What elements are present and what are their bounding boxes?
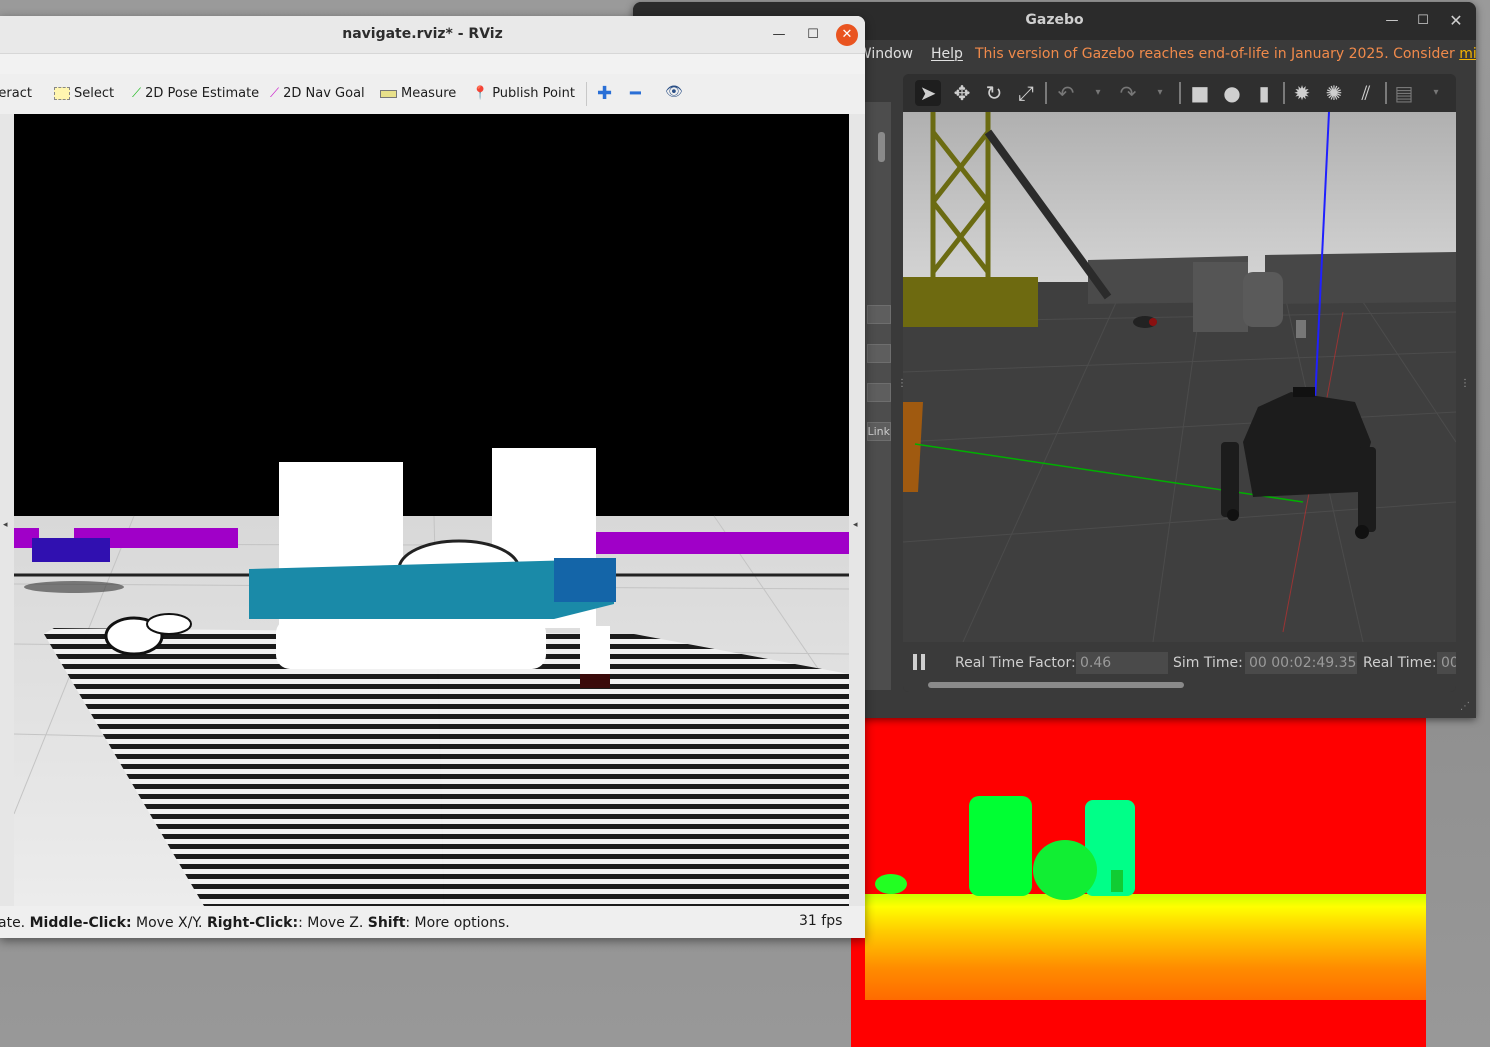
property-field[interactable] — [867, 383, 891, 402]
paste-dropdown-icon[interactable]: ▾ — [1423, 80, 1449, 106]
status-shift: Shift — [367, 915, 406, 931]
rviz-menubar — [0, 54, 865, 74]
redo-icon[interactable]: ↷ — [1115, 80, 1141, 106]
box-shape-icon[interactable]: ■ — [1187, 80, 1213, 106]
interact-tool[interactable]: Interact — [0, 86, 32, 101]
rviz-3d-view[interactable] — [14, 114, 849, 906]
pause-button[interactable] — [913, 654, 927, 670]
nav-goal-label: 2D Nav Goal — [283, 86, 365, 101]
eol-notice: This version of Gazebo reaches end-of-li… — [975, 46, 1476, 62]
minimize-button[interactable]: — — [768, 24, 790, 46]
ruler-icon — [380, 89, 397, 98]
depth-image — [851, 718, 1426, 1047]
rviz-window[interactable]: navigate.rviz* - RViz — ☐ ✕ Interact Sel… — [0, 16, 865, 938]
status-middle-click-desc: Move X/Y. — [131, 915, 207, 931]
spot-light-icon[interactable]: ✺ — [1321, 80, 1347, 106]
maximize-button[interactable]: ☐ — [1412, 10, 1434, 32]
status-shift-desc: : More options. — [405, 915, 510, 931]
rotate-icon[interactable]: ↻ — [981, 80, 1007, 106]
select-tool-label: Select — [74, 86, 115, 101]
gazebo-toolbar: ➤ ✥ ↻ ⤢ ↶ ▾ ↷ ▾ ■ ● ▮ ✹ ✺ ⫽ ▤ ▾ — [903, 74, 1456, 112]
depth-object — [969, 796, 1032, 896]
status-middle-click: Middle-Click: — [29, 915, 132, 931]
depth-object — [1111, 870, 1123, 892]
undo-icon[interactable]: ↶ — [1053, 80, 1079, 106]
property-field[interactable] — [867, 344, 891, 363]
close-button[interactable]: ✕ — [1445, 10, 1467, 32]
property-field[interactable]: Link — [867, 422, 891, 441]
real-time-value: 00 — [1437, 652, 1456, 674]
menu-help[interactable]: Help — [931, 46, 963, 62]
select-tool[interactable]: Select — [54, 86, 114, 101]
gazebo-render-panel[interactable]: ➤ ✥ ↻ ⤢ ↶ ▾ ↷ ▾ ■ ● ▮ ✹ ✺ ⫽ ▤ ▾ Real Tim… — [903, 74, 1456, 692]
publish-point-label: Publish Point — [492, 86, 575, 101]
measure-label: Measure — [401, 86, 457, 101]
cylinder-shape-icon[interactable]: ▮ — [1251, 80, 1277, 106]
scale-icon[interactable]: ⤢ — [1013, 80, 1039, 106]
expand-right-icon[interactable]: ◂ — [853, 520, 858, 530]
minimize-button[interactable]: — — [1381, 10, 1403, 32]
expand-left-icon[interactable]: ◂ — [3, 520, 8, 530]
sim-time-label: Sim Time: — [1173, 655, 1243, 671]
eol-link[interactable]: migra — [1459, 46, 1476, 62]
depth-object — [875, 874, 907, 894]
depth-object — [1033, 840, 1097, 900]
select-arrow-icon[interactable]: ➤ — [915, 80, 941, 106]
rviz-statusbar: ate. Middle-Click: Move X/Y. Right-Click… — [0, 906, 865, 938]
menu-window[interactable]: Window — [865, 46, 913, 62]
sim-time-value: 00 00:02:49.357 — [1245, 652, 1357, 674]
translate-icon[interactable]: ✥ — [949, 80, 975, 106]
rtf-value: 0.46 — [1076, 652, 1168, 674]
nav-goal-tool[interactable]: ⟋ 2D Nav Goal — [270, 86, 365, 101]
undo-dropdown-icon[interactable]: ▾ — [1085, 80, 1111, 106]
point-light-icon[interactable]: ✹ — [1289, 80, 1315, 106]
property-label: Link — [868, 425, 890, 438]
add-tool-icon[interactable]: ✚ — [597, 83, 612, 104]
left-panel-scrollbar[interactable] — [878, 132, 885, 162]
eye-view-icon[interactable]: 👁 — [665, 84, 683, 100]
rviz-toolbar: Interact Select ⟋2D Pose Estimate ⟋2D Na… — [0, 74, 865, 114]
rtf-label: Real Time Factor: — [955, 655, 1076, 671]
eol-notice-text: This version of Gazebo reaches end-of-li… — [975, 46, 1460, 62]
gazebo-left-panel[interactable]: Link — [865, 102, 891, 690]
map-pin-icon: 📍 — [472, 86, 489, 101]
green-arrow-icon: ⟋ — [132, 86, 142, 101]
measure-tool[interactable]: Measure — [380, 86, 456, 101]
remove-tool-icon[interactable]: ━ — [630, 83, 641, 104]
depth-image-window[interactable] — [851, 718, 1426, 1047]
rviz-scene — [14, 114, 849, 906]
pose-estimate-tool[interactable]: ⟋ 2D Pose Estimate — [132, 86, 259, 101]
redo-dropdown-icon[interactable]: ▾ — [1147, 80, 1173, 106]
fps-counter: 31 fps — [799, 913, 843, 929]
select-icon — [54, 87, 70, 100]
gazebo-time-panel: Real Time Factor: 0.46 Sim Time: 00 00:0… — [903, 642, 1456, 692]
rviz-title: navigate.rviz* - RViz — [342, 26, 503, 42]
property-field[interactable] — [867, 305, 891, 324]
directional-light-icon[interactable]: ⫽ — [1353, 80, 1379, 106]
rviz-titlebar[interactable]: navigate.rviz* - RViz — ☐ ✕ — [0, 16, 865, 54]
status-hint: ate. Middle-Click: Move X/Y. Right-Click… — [0, 915, 510, 931]
copy-icon[interactable]: ▤ — [1391, 80, 1417, 106]
right-dock-collapsed[interactable]: ◂ — [849, 114, 865, 906]
status-right-click-desc: : Move Z. — [298, 915, 368, 931]
status-prefix: ate. — [0, 915, 30, 931]
panel-splitter-handle[interactable]: ⋮ — [1460, 378, 1470, 389]
time-panel-scrollbar[interactable] — [928, 682, 1184, 688]
depth-floor — [865, 894, 1426, 1000]
status-right-click: Right-Click: — [206, 915, 299, 931]
resize-grip-icon[interactable]: ⋰ — [1460, 701, 1470, 712]
publish-point-tool[interactable]: 📍 Publish Point — [472, 86, 575, 101]
gazebo-3d-scene[interactable] — [903, 112, 1456, 642]
pose-estimate-label: 2D Pose Estimate — [145, 86, 260, 101]
magenta-arrow-icon: ⟋ — [270, 86, 280, 101]
close-button[interactable]: ✕ — [836, 24, 858, 46]
sphere-shape-icon[interactable]: ● — [1219, 80, 1245, 106]
maximize-button[interactable]: ☐ — [802, 24, 824, 46]
real-time-label: Real Time: — [1363, 655, 1437, 671]
left-dock-collapsed[interactable]: ◂ — [0, 114, 14, 906]
